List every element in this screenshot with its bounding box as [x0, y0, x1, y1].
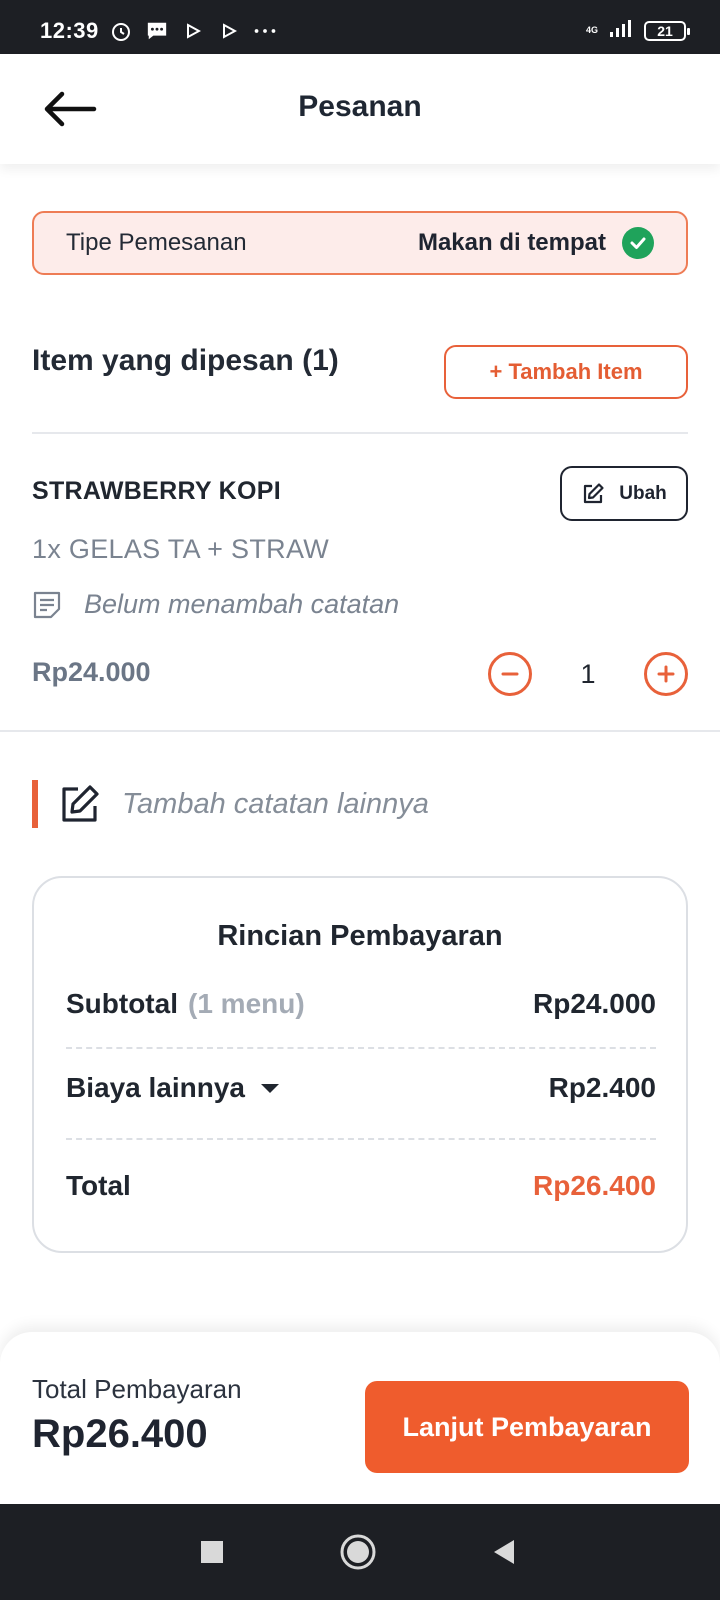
- status-bar: 12:39 4G 21: [0, 0, 720, 54]
- signal-icon: [608, 18, 634, 43]
- app-bar: Pesanan: [0, 54, 720, 164]
- add-other-note[interactable]: Tambah catatan lainnya: [32, 780, 429, 828]
- total-row: Total Rp26.400: [66, 1170, 656, 1202]
- recent-apps-button[interactable]: [192, 1532, 232, 1572]
- decrease-quantity-button[interactable]: [488, 652, 532, 696]
- alarm-icon: [110, 20, 132, 42]
- subtotal-label: Subtotal: [66, 988, 178, 1019]
- quantity-stepper: 1: [488, 652, 688, 696]
- play-store-icon: [182, 20, 204, 42]
- edit-label: Ubah: [619, 482, 667, 504]
- section-divider: [0, 730, 720, 732]
- item-name: STRAWBERRY KOPI: [32, 477, 281, 505]
- item-note[interactable]: Belum menambah catatan: [32, 589, 399, 620]
- total-payment-label: Total Pembayaran: [32, 1374, 242, 1404]
- network-type: 4G: [585, 25, 598, 35]
- system-icons: 4G 21: [585, 18, 690, 43]
- payment-details-title: Rincian Pembayaran: [217, 920, 503, 952]
- status-time: 12:39: [40, 18, 99, 43]
- items-heading: Item yang dipesan (1): [32, 344, 339, 377]
- continue-payment-button[interactable]: Lanjut Pembayaran: [365, 1381, 689, 1473]
- chat-icon: [146, 20, 168, 42]
- note-icon: [33, 591, 61, 618]
- caret-down-icon: [260, 1084, 279, 1093]
- increase-quantity-button[interactable]: [644, 652, 688, 696]
- order-type-label: Tipe Pemesanan: [66, 229, 247, 256]
- plus-icon: [657, 665, 675, 683]
- other-note-placeholder: Tambah catatan lainnya: [122, 787, 429, 820]
- total-payment-value: Rp26.400: [32, 1412, 208, 1456]
- item-note-text: Belum menambah catatan: [84, 589, 400, 619]
- dashed-divider: [66, 1138, 656, 1140]
- order-type-value: Makan di tempat: [417, 229, 606, 256]
- minus-icon: [501, 672, 519, 676]
- payment-details-card: Rincian Pembayaran Subtotal (1 menu) Rp2…: [32, 876, 688, 1253]
- divider: [32, 432, 688, 434]
- total-label: Total: [66, 1170, 131, 1201]
- edit-icon: [584, 482, 604, 503]
- play-store-icon: [218, 20, 240, 42]
- home-circle-icon: [340, 1534, 376, 1570]
- subtotal-row: Subtotal (1 menu) Rp24.000: [66, 988, 656, 1020]
- accent-bar: [32, 780, 38, 828]
- other-fee-row[interactable]: Biaya lainnya Rp2.400: [66, 1072, 656, 1104]
- triangle-back-icon: [494, 1540, 514, 1564]
- add-item-button[interactable]: + Tambah Item: [444, 345, 688, 399]
- order-type-card[interactable]: Tipe Pemesanan Makan di tempat: [32, 211, 688, 275]
- page-title: Pesanan: [298, 90, 422, 123]
- other-fee-label: Biaya lainnya: [66, 1072, 245, 1103]
- notification-icons: [110, 20, 276, 42]
- item-price: Rp24.000: [32, 657, 151, 687]
- edit-item-button[interactable]: Ubah: [560, 466, 688, 521]
- dashed-divider: [66, 1047, 656, 1049]
- quantity-value: 1: [580, 658, 596, 689]
- square-icon: [201, 1541, 223, 1563]
- total-value: Rp26.400: [533, 1170, 656, 1201]
- more-dots-icon: [254, 20, 276, 42]
- check-circle-icon: [622, 227, 654, 259]
- home-button[interactable]: [338, 1532, 378, 1572]
- other-fee-value: Rp2.400: [548, 1072, 656, 1103]
- back-nav-button[interactable]: [484, 1532, 524, 1572]
- subtotal-value: Rp24.000: [533, 988, 656, 1019]
- battery-icon: 21: [644, 20, 690, 41]
- edit-icon: [62, 785, 99, 822]
- bottom-payment-bar: Total Pembayaran Rp26.400 Lanjut Pembaya…: [0, 1332, 720, 1504]
- subtotal-count: (1 menu): [188, 988, 305, 1019]
- system-navigation-bar: [0, 1504, 720, 1600]
- item-variant: 1x GELAS TA + STRAW: [32, 534, 330, 564]
